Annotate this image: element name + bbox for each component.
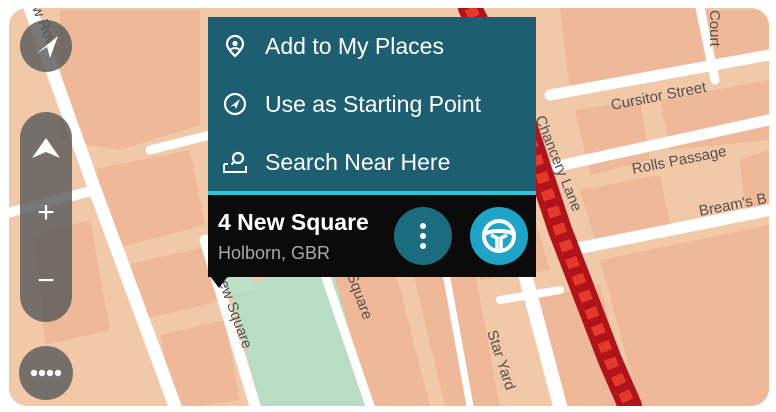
location-popup-menu: Add to My Places Use as Starting Point S… (208, 17, 536, 191)
search-near-here-item[interactable]: Search Near Here (208, 133, 536, 191)
compass-arrow-icon (36, 36, 58, 58)
screen: Cursitor Street Rolls Passage Bream's B … (0, 0, 776, 412)
use-as-starting-point-label: Use as Starting Point (265, 91, 482, 117)
zoom-panel: + − (20, 112, 72, 322)
zoom-in-symbol: + (37, 196, 55, 229)
tilt-button[interactable] (20, 120, 72, 180)
street-label-court: Court (706, 10, 723, 48)
drive-button[interactable] (470, 207, 528, 265)
zoom-out-button[interactable]: − (20, 252, 72, 310)
steering-wheel-icon (482, 219, 516, 253)
card-pointer (210, 276, 228, 288)
more-options-button[interactable] (394, 207, 452, 265)
zoom-in-button[interactable]: + (20, 184, 72, 242)
location-card: 4 New Square Holborn, GBR (208, 195, 536, 277)
compass-button[interactable] (20, 20, 72, 72)
main-menu-button[interactable] (19, 346, 73, 400)
zoom-out-symbol: − (37, 264, 55, 297)
place-subtitle: Holborn, GBR (218, 243, 331, 263)
vertical-ellipsis-icon (420, 223, 426, 249)
search-nearby-icon (223, 151, 247, 173)
place-name: 4 New Square (218, 209, 369, 235)
place-pin-icon (225, 34, 245, 58)
add-to-my-places-label: Add to My Places (265, 33, 444, 59)
chevron-up-icon (32, 138, 60, 158)
use-as-starting-point-item[interactable]: Use as Starting Point (208, 75, 536, 133)
navigation-arrow-icon (223, 92, 247, 116)
add-to-my-places-item[interactable]: Add to My Places (208, 17, 536, 75)
ellipsis-icon (30, 369, 62, 377)
search-near-here-label: Search Near Here (265, 149, 451, 175)
